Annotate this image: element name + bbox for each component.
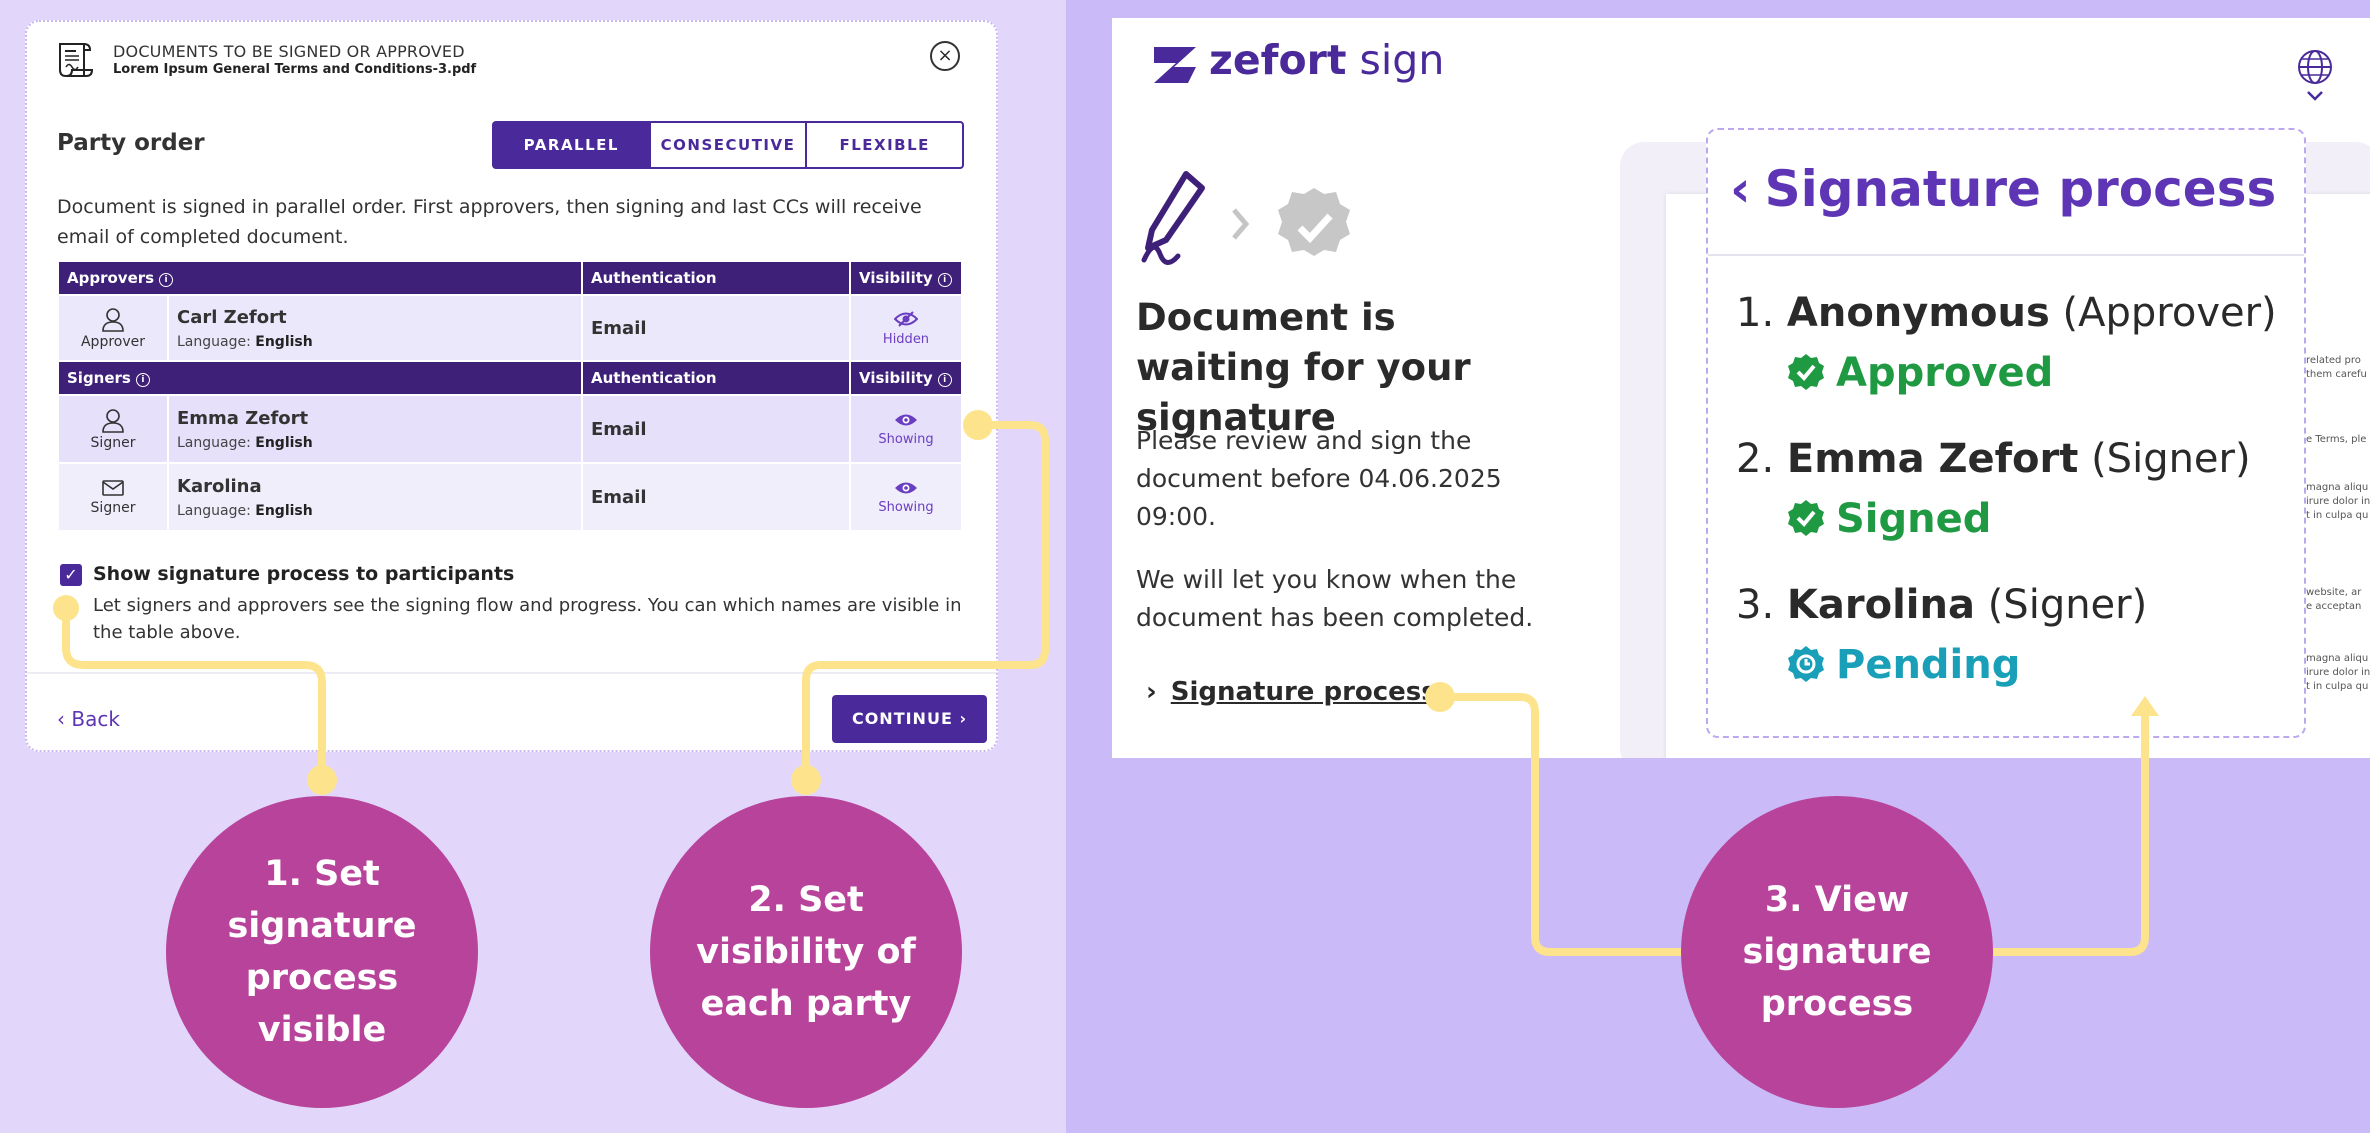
step-bubble-3-text: 3. View signature process [1742,880,1932,1024]
connector-2 [802,421,1049,784]
step-bubble-2-text: 2. Set visibility of each party [696,880,916,1024]
step-bubble-1-text: 1. Set signature process visible [227,854,417,1050]
connector-dot [1425,682,1455,712]
connector-dot [53,595,79,621]
connector-dot [791,765,821,795]
connector-arrow-up [2131,696,2159,716]
connector-1 [62,604,326,784]
step-bubble-2: 2. Set visibility of each party [650,796,962,1108]
connector-3b [1981,708,2149,956]
connector-dot [963,410,993,440]
connector-dot [307,765,337,795]
step-bubble-3: 3. View signature process [1681,796,1993,1108]
step-bubble-1: 1. Set signature process visible [166,796,478,1108]
connector-3a [1436,693,1689,956]
